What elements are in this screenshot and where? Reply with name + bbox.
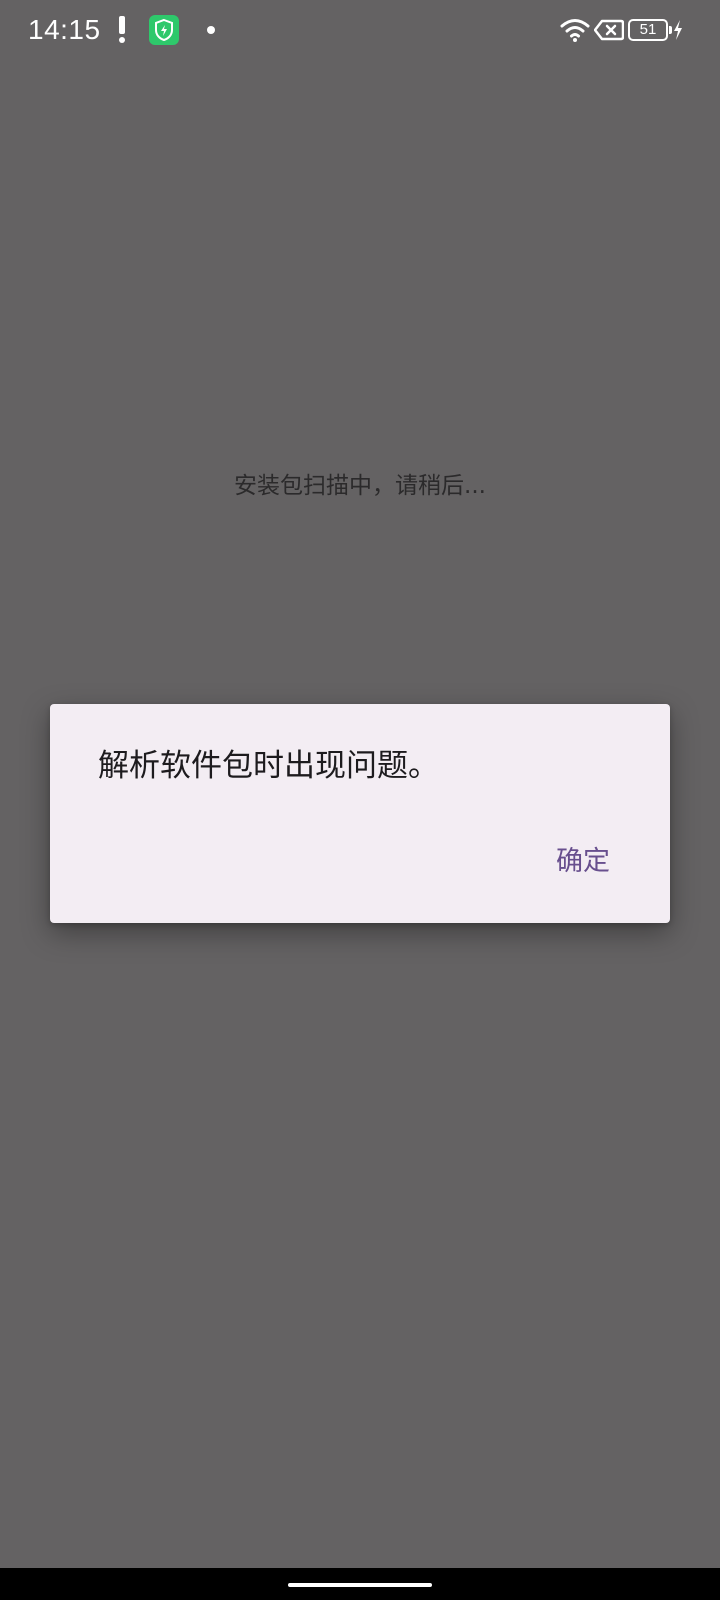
home-gesture-handle[interactable]: [288, 1583, 432, 1587]
alert-icon: [119, 16, 125, 43]
status-time: 14:15: [28, 14, 101, 45]
battery-level: 51: [639, 21, 657, 38]
navigation-bar: [0, 1568, 720, 1600]
status-bar: 14:15 51: [0, 0, 720, 62]
no-sim-icon: [594, 19, 624, 41]
error-dialog: 解析软件包时出现问题。 确定: [50, 704, 670, 923]
dialog-message: 解析软件包时出现问题。: [98, 748, 439, 784]
shield-app-icon: [149, 15, 179, 45]
wifi-icon: [560, 19, 590, 42]
battery-icon: 51: [628, 19, 672, 41]
notification-dot-icon: [207, 26, 215, 34]
confirm-button[interactable]: 确定: [540, 831, 626, 886]
charging-bolt-icon: [674, 20, 682, 40]
scan-status-text: 安装包扫描中，请稍后...: [234, 473, 486, 499]
